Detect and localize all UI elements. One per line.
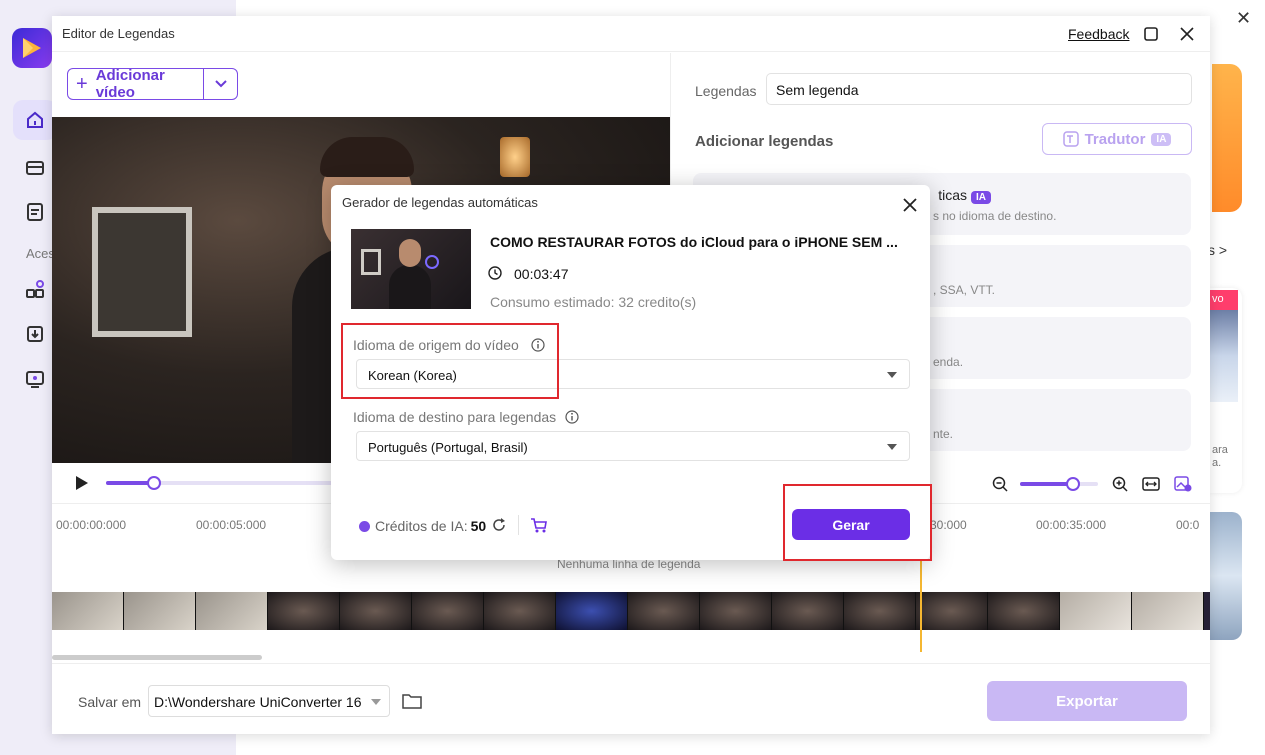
info-icon[interactable] [565,410,579,424]
option-subtitle: enda. [933,355,964,369]
translator-button[interactable]: Tradutor IA [1042,123,1192,155]
option-subtitle: , SSA, VTT. [933,283,996,297]
add-video-main[interactable]: + Adicionar vídeo [68,67,205,101]
highlight-generate-button [783,484,932,561]
option-title: ticas IA [938,187,991,204]
timeline-zoom [984,473,1194,495]
video-thumbnail [351,229,471,309]
editor-title: Editor de Legendas [62,26,175,41]
option-subtitle: nte. [933,427,954,441]
promo-image [1210,310,1238,402]
translator-label: Tradutor [1084,130,1146,148]
ai-credits: Créditos de IA: 50 [359,518,486,534]
export-button[interactable]: Exportar [987,681,1187,721]
timeline-tick: 30:000 [930,518,967,532]
save-location-select[interactable]: D:\Wondershare UniConverter 16 [148,685,390,717]
translate-icon [1062,131,1079,147]
target-language-select[interactable]: Português (Portugal, Brasil) [356,431,910,461]
promo-card[interactable]: vo ara a. [1210,288,1242,493]
add-image-icon[interactable] [1174,476,1192,492]
promo-banner[interactable] [1212,64,1242,212]
ai-credits-label: Créditos de IA: [375,518,468,534]
feedback-link[interactable]: Feedback [1068,26,1129,42]
dropdown-caret-icon [887,444,897,450]
play-icon [76,476,88,490]
ai-badge: IA [1151,132,1172,146]
home-icon[interactable] [13,100,57,140]
folder-icon[interactable] [402,692,422,710]
progress-knob[interactable] [147,476,161,490]
add-subtitles-heading: Adicionar legendas [695,133,834,150]
promo-more-link[interactable]: s > [1208,242,1227,258]
timeline-scrollbar[interactable] [52,655,262,660]
ai-tools-icon[interactable] [22,366,48,392]
sidebar-section-label: Aces [26,246,55,261]
fit-width-icon[interactable] [1142,476,1160,492]
plus-icon: + [76,73,88,95]
dialog-title: Gerador de legendas automáticas [342,195,538,210]
close-icon[interactable] [900,195,920,215]
promo-ribbon: vo [1210,290,1238,310]
zoom-slider[interactable] [1020,477,1098,491]
toolbox-icon[interactable] [22,154,48,180]
timeline-tick: 00:00:00:000 [56,518,127,532]
editor-titlebar: Editor de Legendas Feedback [52,16,1210,52]
bottom-bar: Salvar em D:\Wondershare UniConverter 16… [52,663,1210,734]
ai-credits-value: 50 [470,518,487,534]
video-scene-frame [92,207,192,337]
document-icon[interactable] [22,199,48,225]
download-icon[interactable] [22,321,48,347]
add-video-label: Adicionar vídeo [95,67,165,101]
maximize-icon [1144,27,1158,41]
video-filmstrip[interactable] [52,592,1210,630]
save-location-value: D:\Wondershare UniConverter 16 [154,694,362,710]
promo-image-2[interactable] [1210,512,1242,640]
highlight-source-language [341,323,559,399]
target-language-label: Idioma de destino para legendas [353,409,557,425]
subtitles-select[interactable]: Sem legenda [766,73,1192,105]
add-video-button[interactable]: + Adicionar vídeo [67,67,238,101]
option-subtitle: s no idioma de destino. [933,209,1057,223]
promo-text: ara a. [1212,444,1228,469]
play-button[interactable] [74,475,90,491]
chevron-down-icon [214,80,227,88]
credits-icon [359,520,370,532]
estimated-consumption: Consumo estimado: 32 credito(s) [490,294,697,310]
close-icon [1180,27,1194,41]
video-scene-lamp [500,137,530,177]
dropdown-caret-icon [887,372,897,378]
video-title: COMO RESTAURAR FOTOS do iCloud para o iP… [490,234,898,250]
divider [518,515,519,535]
maximize-button[interactable] [1140,23,1162,45]
app-close-icon[interactable]: ✕ [1236,8,1251,29]
playback-progress[interactable] [106,476,346,490]
cart-icon[interactable] [530,517,548,533]
subtitles-label: Legendas [695,83,757,99]
app-logo [12,28,52,68]
refresh-icon[interactable] [491,517,507,533]
close-editor-button[interactable] [1176,23,1198,45]
zoom-out-icon[interactable] [992,476,1008,492]
clock-icon [488,266,502,280]
apps-icon[interactable] [22,276,48,302]
add-video-dropdown[interactable] [204,69,237,99]
target-language-value: Português (Portugal, Brasil) [368,440,528,455]
zoom-knob[interactable] [1066,477,1081,491]
video-duration: 00:03:47 [514,266,569,282]
zoom-in-icon[interactable] [1112,476,1128,492]
timeline-tick: 00:00:35:000 [1036,518,1107,532]
ai-badge: IA [971,191,991,204]
save-location-label: Salvar em [78,694,142,710]
timeline-tick: 00:0 [1176,518,1200,532]
dropdown-caret-icon [371,699,381,705]
timeline-tick: 00:00:05:000 [196,518,267,532]
